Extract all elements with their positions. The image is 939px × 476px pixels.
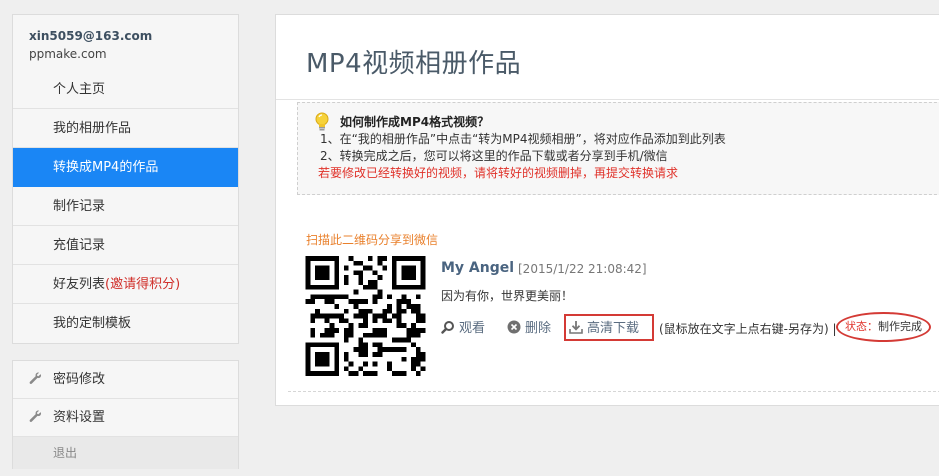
sidebar-item-label: 我的相册作品 (53, 121, 132, 136)
tips-question-row: 如何制作成MP4格式视频？ (314, 112, 939, 131)
account-header: xin5059@163.com ppmake.com (13, 15, 238, 71)
sidebar-item-recharge-records[interactable]: 充值记录 (13, 226, 238, 265)
delete-label: 删除 (525, 321, 552, 336)
wrench-icon (29, 361, 42, 399)
account-site: ppmake.com (29, 47, 107, 61)
main-panel: MP4视频相册作品 如何制作成MP4格式视频？ 1、在“我的相册作品”中点击“转… (275, 14, 939, 406)
tips-question: 如何制作成MP4格式视频？ (340, 115, 490, 129)
download-icon (569, 321, 583, 334)
view-label: 观看 (459, 321, 486, 336)
qr-code (305, 256, 426, 376)
sidebar-item-custom-templates[interactable]: 我的定制模板 (13, 304, 238, 343)
tips-warning: 若要修改已经转换好的视频，请将转好的视频删掉，再提交转换请求 (318, 166, 679, 180)
sidebar-item-label: 个人主页 (53, 82, 106, 97)
sidebar-item-my-albums[interactable]: 我的相册作品 (13, 109, 238, 148)
sidebar-item-label: 充值记录 (53, 238, 106, 253)
hd-download-button[interactable]: 高清下载 (569, 318, 639, 340)
delete-button[interactable]: 删除 (507, 318, 551, 340)
video-description: 因为有你，世界更美丽！ (441, 289, 574, 303)
tips-box: 如何制作成MP4格式视频？ 1、在“我的相册作品”中点击“转为MP4视频相册”，… (297, 102, 939, 195)
close-circle-icon (507, 320, 521, 334)
sidebar-item-friends[interactable]: 好友列表(邀请得积分) (13, 265, 238, 304)
sidebar-item-label: 我的定制模板 (53, 316, 132, 331)
page-title: MP4视频相册作品 (306, 49, 522, 79)
sidebar-item-label: 好友列表 (53, 277, 106, 292)
settings-card: 密码修改 资料设置 退出 (12, 360, 239, 469)
sidebar-item-label: 密码修改 (53, 372, 106, 387)
search-icon (441, 321, 454, 334)
sidebar-item-label: 资料设置 (53, 410, 106, 425)
logout-link[interactable]: 退出 (13, 437, 238, 469)
save-as-note: (鼠标放在文字上点右键-另存为) | (659, 322, 837, 336)
sidebar-item-home[interactable]: 个人主页 (13, 70, 238, 109)
title-divider (276, 99, 939, 100)
item-divider (288, 391, 939, 392)
wrench-icon (29, 399, 42, 437)
sidebar-item-profile-settings[interactable]: 资料设置 (13, 399, 238, 437)
sidebar-item-mp4-works[interactable]: 转换成MP4的作品 (13, 148, 238, 187)
account-email: xin5059@163.com (29, 29, 153, 43)
tips-line-1: 1、在“我的相册作品”中点击“转为MP4视频相册”，将对应作品添加到此列表 (320, 132, 726, 146)
share-hint: 扫描此二维码分享到微信 (306, 233, 439, 247)
tips-line-2: 2、转换完成之后，您可以将这里的作品下载或者分享到手机/微信 (320, 149, 668, 163)
sidebar-item-make-records[interactable]: 制作记录 (13, 187, 238, 226)
view-button[interactable]: 观看 (441, 318, 485, 340)
sidebar-item-password[interactable]: 密码修改 (13, 361, 238, 399)
sidebar-item-label: 制作记录 (53, 199, 106, 214)
sidebar-nav: 个人主页 我的相册作品 转换成MP4的作品 制作记录 充值记录 好友列表(邀请得… (12, 70, 239, 344)
video-title[interactable]: My Angel (441, 260, 514, 276)
lightbulb-icon (315, 112, 329, 131)
status-value: 制作完成 (878, 320, 922, 333)
sidebar-item-label: 转换成MP4的作品 (53, 160, 159, 175)
invite-points-label: (邀请得积分) (105, 277, 181, 292)
video-date: [2015/1/22 21:08:42] (518, 262, 647, 276)
download-label: 高清下载 (587, 321, 640, 336)
status-badge: 状态：制作完成 (836, 312, 931, 342)
status-label: 状态： (845, 320, 878, 333)
